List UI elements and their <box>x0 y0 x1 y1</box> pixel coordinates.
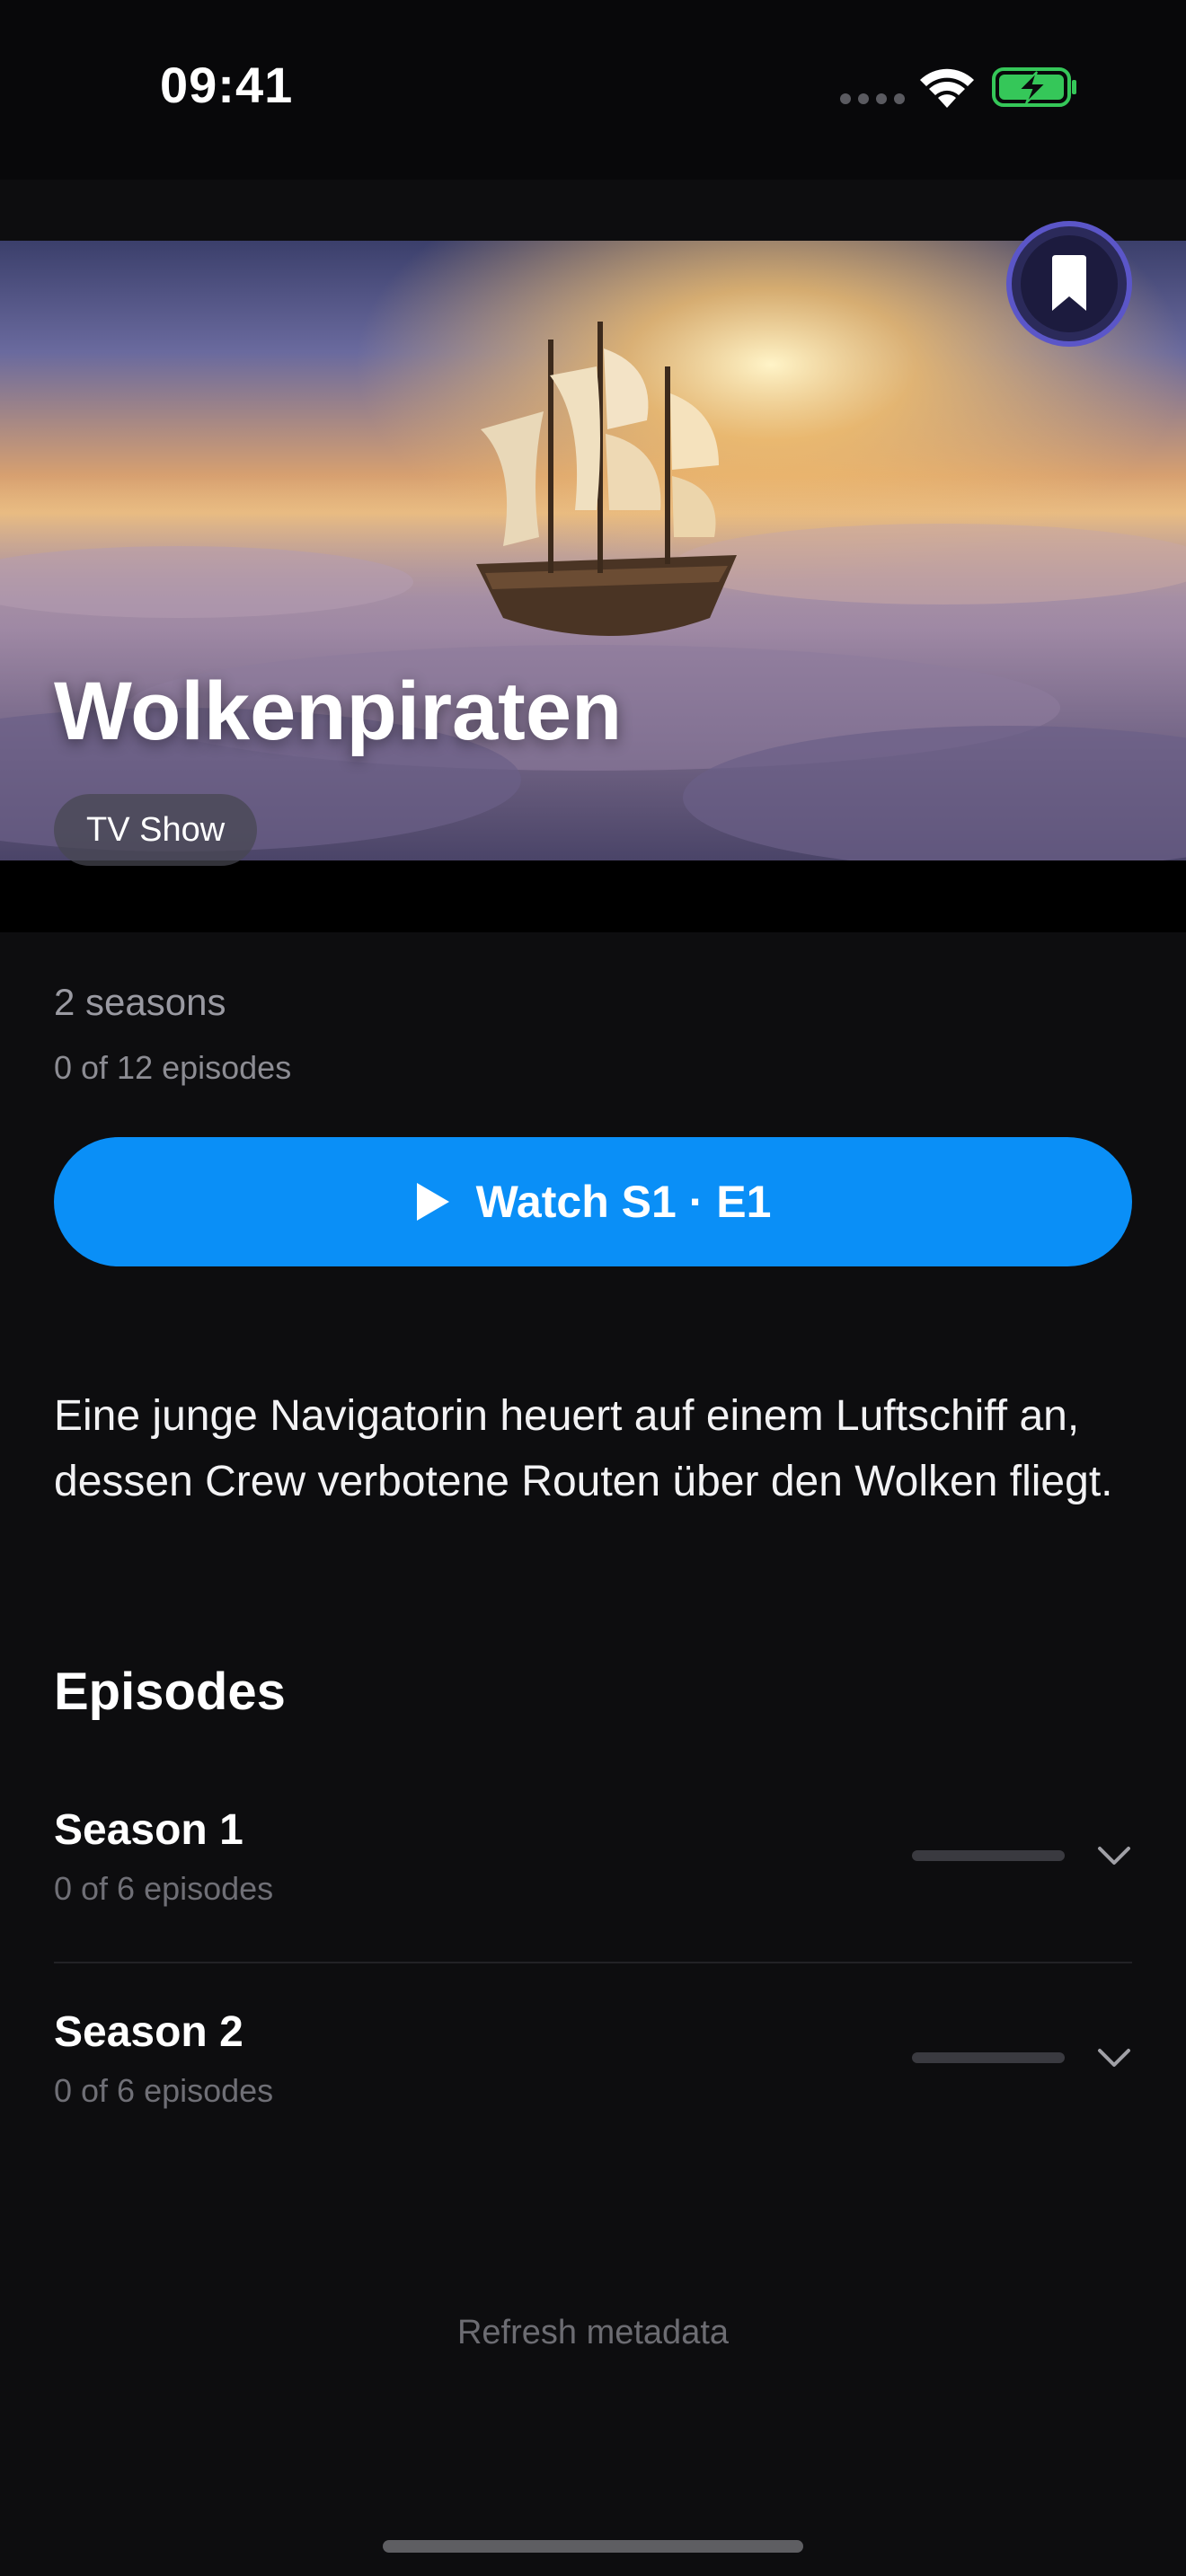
bookmark-button[interactable] <box>1006 221 1132 347</box>
season-progress-bar <box>912 1850 1065 1861</box>
play-icon <box>416 1183 449 1221</box>
season-title: Season 1 <box>54 1806 243 1854</box>
show-description: Eine junge Navigatorin heuert auf einem … <box>54 1392 1113 1505</box>
season-title: Season 2 <box>54 2008 243 2056</box>
episodes-heading: Episodes <box>54 1663 286 1721</box>
refresh-metadata-link[interactable]: Refresh metadata <box>0 2314 1186 2352</box>
season-divider <box>54 1962 1132 1963</box>
season-row-1[interactable]: Season 1 0 of 6 episodes <box>54 1805 1132 1931</box>
battery-charging-icon <box>992 67 1076 107</box>
watch-button[interactable]: Watch S1 · E1 <box>54 1137 1132 1266</box>
watch-button-label: Watch S1 · E1 <box>475 1177 772 1227</box>
season-progress-text: 0 of 6 episodes <box>54 1870 274 1907</box>
season-progress-text: 0 of 6 episodes <box>54 2072 274 2109</box>
show-title: Wolkenpiraten <box>54 666 623 757</box>
bookmark-icon <box>1052 255 1086 311</box>
hero-image <box>0 241 1186 860</box>
type-badge: TV Show <box>54 794 258 866</box>
episodes-progress: 0 of 12 episodes <box>54 1049 292 1086</box>
status-bar: 09:41 <box>0 0 1186 180</box>
season-progress-bar <box>912 2052 1065 2063</box>
status-time: 09:41 <box>160 57 294 113</box>
hero-fade <box>0 860 1186 932</box>
home-indicator[interactable] <box>383 2540 803 2553</box>
airship-illustration <box>0 241 1186 860</box>
wifi-icon <box>920 68 974 108</box>
chevron-down-icon <box>1098 2049 1130 2067</box>
chevron-down-icon <box>1098 1847 1130 1865</box>
seasons-count: 2 seasons <box>54 981 226 1023</box>
cellular-signal-icon <box>840 93 905 106</box>
season-row-2[interactable]: Season 2 0 of 6 episodes <box>54 2007 1132 2133</box>
